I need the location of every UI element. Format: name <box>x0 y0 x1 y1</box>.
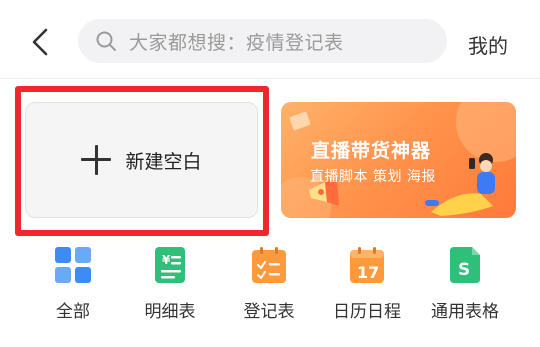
ledger-icon: ¥ <box>155 247 185 283</box>
search-icon <box>95 30 117 52</box>
shortcut-register[interactable]: 登记表 <box>224 246 314 322</box>
shortcut-calendar[interactable]: 17 日历日程 <box>322 246 412 322</box>
shortcut-label: 日历日程 <box>333 302 401 322</box>
promo-banner[interactable]: 直播带货神器 直播脚本 策划 海报 <box>281 102 516 218</box>
svg-text:S: S <box>458 260 470 280</box>
svg-text:17: 17 <box>357 263 379 282</box>
shortcut-label: 登记表 <box>243 302 295 322</box>
shortcut-all[interactable]: 全部 <box>28 246 118 322</box>
search-placeholder: 大家都想搜：疫情登记表 <box>129 31 344 54</box>
me-link[interactable]: 我的 <box>468 30 508 59</box>
divider <box>0 78 540 79</box>
shortcut-label: 明细表 <box>144 302 196 322</box>
promo-title: 直播带货神器 <box>311 140 432 162</box>
shortcut-row: 全部 ¥ 明细表 登记表 17 日历日程 S 通用表格 <box>0 246 540 326</box>
chevron-left-icon <box>32 28 48 56</box>
calendar-icon: 17 <box>350 247 384 283</box>
shortcut-label: 通用表格 <box>431 302 499 322</box>
svg-text:¥: ¥ <box>162 253 171 267</box>
grid-icon <box>55 247 91 283</box>
back-button[interactable] <box>22 24 58 60</box>
promo-subtitle: 直播脚本 策划 海报 <box>310 169 436 185</box>
new-blank-label: 新建空白 <box>125 150 202 173</box>
top-bar: 大家都想搜：疫情登记表 我的 <box>0 0 540 80</box>
shortcut-spreadsheet[interactable]: S 通用表格 <box>420 246 510 322</box>
shortcut-ledger[interactable]: ¥ 明细表 <box>125 246 215 322</box>
spreadsheet-icon: S <box>450 247 480 283</box>
shortcut-label: 全部 <box>56 302 90 322</box>
new-blank-button[interactable]: 新建空白 <box>25 102 258 218</box>
register-icon <box>252 247 286 283</box>
search-input[interactable]: 大家都想搜：疫情登记表 <box>78 19 447 63</box>
plus-icon <box>81 145 112 175</box>
